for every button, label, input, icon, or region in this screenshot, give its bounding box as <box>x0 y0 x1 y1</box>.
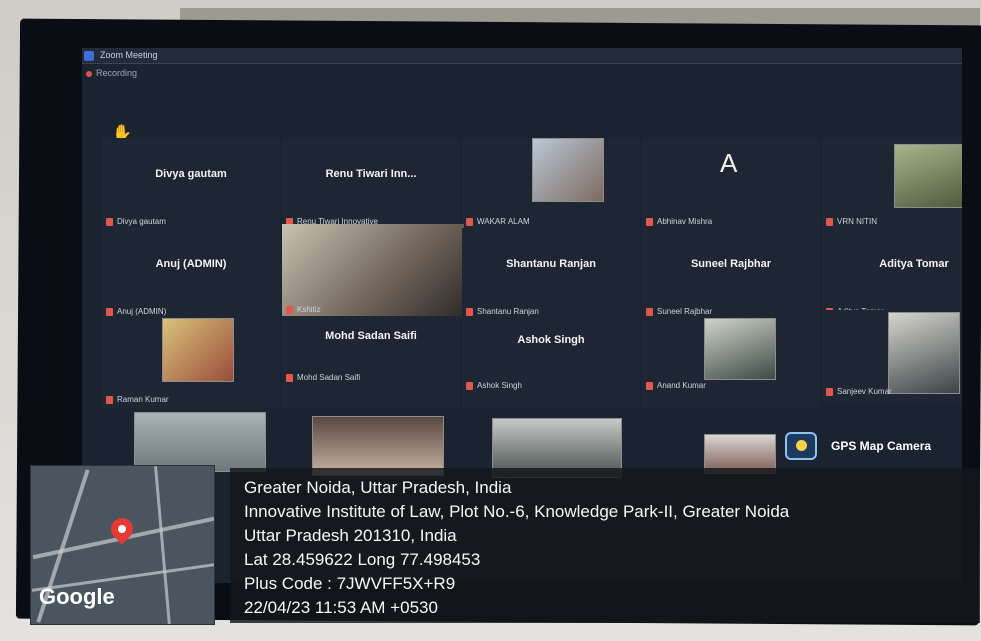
participant-name-label: Raman Kumar <box>106 395 169 404</box>
participant-name-label: Anuj (ADMIN) <box>106 307 166 316</box>
gps-overlay: Google Greater Noida, Uttar Pradesh, Ind… <box>30 465 980 625</box>
participant-display-name: Renu Tiwari Inn... <box>325 168 417 180</box>
participant-tile[interactable]: Anand Kumar <box>642 316 820 408</box>
participant-video[interactable] <box>134 412 266 472</box>
participant-tile[interactable]: A Abhinav Mishra <box>642 138 820 230</box>
map-road <box>154 466 171 624</box>
recording-indicator[interactable]: Recording <box>86 68 137 78</box>
participant-photo <box>162 318 234 382</box>
mic-muted-icon <box>646 217 653 226</box>
participant-name-label: Abhinav Mishra <box>646 217 712 226</box>
mic-muted-icon <box>286 373 293 382</box>
gps-coordinates-line: Lat 28.459622 Long 77.498453 <box>244 550 481 569</box>
mic-muted-icon <box>106 217 113 226</box>
mic-muted-icon <box>466 307 473 316</box>
meeting-title: Zoom Meeting <box>100 50 158 60</box>
gps-camera-label: GPS Map Camera <box>831 439 932 453</box>
participant-tile[interactable]: Shantanu Ranjan Shantanu Ranjan <box>462 228 640 320</box>
map-thumbnail: Google <box>30 465 215 625</box>
participant-tile[interactable]: Ashok Singh Ashok Singh <box>462 316 640 408</box>
participant-tile[interactable]: Sanjeev Kumar <box>822 310 962 402</box>
gps-timestamp-line: 22/04/23 11:53 AM +0530 <box>244 598 438 617</box>
participant-name-label: WAKAR ALAM <box>466 217 530 226</box>
participant-tile[interactable]: Raman Kumar <box>102 316 280 408</box>
participant-display-name: Anuj (ADMIN) <box>155 258 227 270</box>
participant-tile[interactable]: Aditya Tomar Aditya Tomar <box>822 228 962 320</box>
participant-name-label: VRN NITIN <box>826 217 877 226</box>
participant-photo <box>532 138 604 202</box>
photo-background: Zoom Meeting Recording ✋ Divya gautam Di… <box>0 0 981 641</box>
participant-display-name: Suneel Rajbhar <box>690 258 772 270</box>
mic-muted-icon <box>286 305 293 314</box>
participant-name-label: Kshitiz <box>286 305 321 314</box>
participant-tile[interactable]: Anuj (ADMIN) Anuj (ADMIN) <box>102 228 280 320</box>
participant-name-label: Suneel Rajbhar <box>646 307 712 316</box>
recording-label: Recording <box>96 68 138 78</box>
mic-muted-icon <box>646 307 653 316</box>
mic-muted-icon <box>106 307 113 316</box>
participant-tile[interactable]: Suneel Rajbhar Suneel Rajbhar <box>642 228 820 320</box>
participant-tile[interactable]: Divya gautam Divya gautam <box>102 138 280 230</box>
participant-display-name: Mohd Sadan Saifi <box>325 330 417 342</box>
participant-tile[interactable]: VRN NITIN <box>822 138 962 230</box>
gps-state-line: Uttar Pradesh 201310, India <box>244 526 457 545</box>
record-dot-icon <box>86 70 92 77</box>
gps-camera-logo-icon <box>785 432 817 460</box>
mic-muted-icon <box>466 381 473 390</box>
participant-display-name: Shantanu Ranjan <box>506 258 596 270</box>
participant-video-tile[interactable]: Kshitiz <box>282 224 464 318</box>
gps-plus-code-line: Plus Code : 7JWVFF5X+R9 <box>244 574 456 593</box>
participant-tile[interactable]: Renu Tiwari Inn... Renu Tiwari Innovativ… <box>282 138 460 230</box>
google-logo: Google <box>39 584 115 609</box>
meeting-title-bar: Zoom Meeting <box>82 48 962 64</box>
participant-name-label: Mohd Sadan Saifi <box>286 373 360 382</box>
participant-photo <box>704 318 776 380</box>
gps-map-camera-badge: GPS Map Camera <box>785 430 955 464</box>
participant-display-name: Divya gautam <box>155 168 227 180</box>
participant-photo <box>888 312 960 394</box>
participant-photo <box>894 144 962 208</box>
mic-muted-icon <box>826 387 833 396</box>
participant-name-label: Ashok Singh <box>466 381 522 390</box>
avatar-initial: A <box>720 148 738 178</box>
participant-tile[interactable]: Mohd Sadan Saifi Mohd Sadan Saifi <box>282 316 460 408</box>
mic-muted-icon <box>826 217 833 226</box>
participant-display-name: Aditya Tomar <box>879 258 949 270</box>
gps-city-line: Greater Noida, Uttar Pradesh, India <box>244 478 512 497</box>
participant-name-label: Divya gautam <box>106 217 166 226</box>
mic-muted-icon <box>466 217 473 226</box>
gps-info-panel: Greater Noida, Uttar Pradesh, India Inno… <box>230 468 980 623</box>
participant-name-label: Shantanu Ranjan <box>466 307 539 316</box>
gps-address-line: Innovative Institute of Law, Plot No.-6,… <box>244 502 790 521</box>
participant-name-label: Anand Kumar <box>646 381 706 390</box>
mic-muted-icon <box>646 381 653 390</box>
zoom-logo-icon <box>84 51 94 61</box>
participant-display-name: Ashok Singh <box>517 334 585 346</box>
mic-muted-icon <box>106 395 113 404</box>
participant-name-label: Sanjeev Kumar <box>826 387 892 396</box>
participant-tile[interactable]: WAKAR ALAM <box>462 138 640 230</box>
